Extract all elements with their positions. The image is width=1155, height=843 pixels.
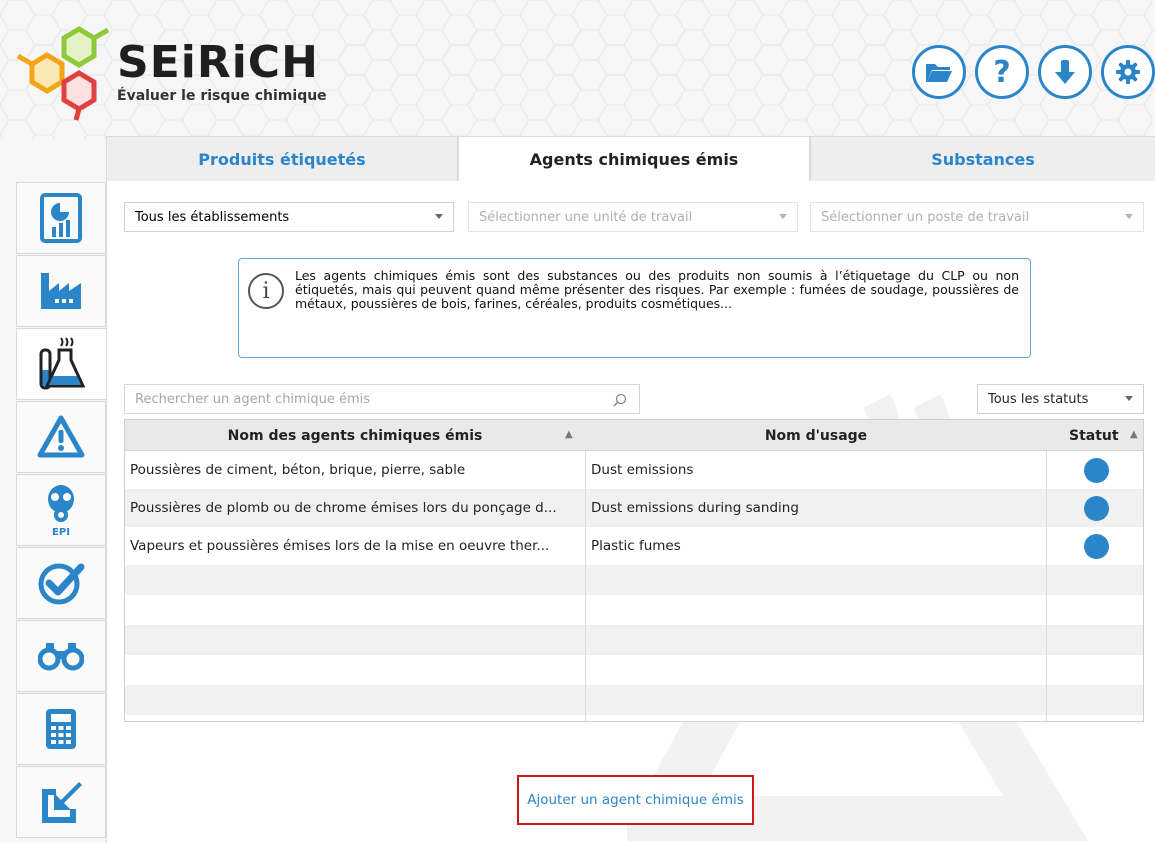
column-divider — [1046, 451, 1047, 721]
table-row[interactable]: Vapeurs et poussières émises lors de la … — [125, 527, 1143, 565]
info-text: Les agents chimiques émis sont des subst… — [295, 268, 1019, 311]
tab-substances[interactable]: Substances — [810, 136, 1155, 182]
workstation-placeholder: Sélectionner un poste de travail — [821, 209, 1030, 225]
tab-produits-etiquetes[interactable]: Produits étiquetés — [106, 136, 458, 182]
workstation-select[interactable]: Sélectionner un poste de travail — [810, 202, 1144, 232]
open-folder-button[interactable] — [912, 45, 966, 99]
empty-row — [125, 655, 1143, 685]
search-icon — [613, 393, 627, 407]
nav-report[interactable] — [16, 182, 106, 254]
app-window: SEiRiCH Évaluer le risque chimique ? Pro… — [0, 0, 1155, 843]
work-unit-placeholder: Sélectionner une unité de travail — [479, 209, 693, 225]
column-header-usage-label: Nom d'usage — [764, 427, 868, 444]
add-agent-button[interactable]: Ajouter un agent chimique émis — [517, 775, 754, 825]
establishment-select[interactable]: Tous les établissements — [124, 202, 454, 232]
gas-mask-epi-icon: EPI — [48, 485, 74, 537]
nav-epi[interactable]: EPI — [16, 474, 106, 546]
status-indicator — [1084, 496, 1109, 521]
agent-usage: Dust emissions during sanding — [591, 500, 799, 516]
sort-icon[interactable]: ▲ — [1130, 429, 1138, 440]
nav-chemicals[interactable] — [16, 328, 107, 400]
status-filter-value: Tous les statuts — [988, 391, 1089, 407]
search-box[interactable]: Rechercher un agent chimique émis — [124, 384, 640, 414]
establishment-select-value: Tous les établissements — [135, 209, 290, 225]
empty-row — [125, 595, 1143, 625]
nav-risks[interactable] — [16, 401, 106, 473]
report-chart-icon — [40, 193, 82, 243]
warning-icon — [37, 415, 85, 458]
main-tabs: Produits étiquetés Agents chimiques émis… — [106, 136, 1155, 182]
agents-table: Nom des agents chimiques émis ▲ Nom d'us… — [124, 419, 1144, 722]
info-box: i Les agents chimiques émis sont des sub… — [238, 258, 1031, 358]
chevron-down-icon — [435, 214, 443, 219]
column-header-status-label: Statut — [1069, 427, 1119, 444]
nav-calculator[interactable] — [16, 693, 106, 765]
brand-tagline: Évaluer le risque chimique — [117, 88, 327, 104]
status-indicator — [1084, 534, 1109, 559]
column-header-usage[interactable]: Nom d'usage — [586, 420, 1046, 451]
lab-flasks-icon — [39, 337, 85, 390]
seirich-molecule-logo — [16, 26, 110, 121]
table-row[interactable]: Poussières de plomb ou de chrome émises … — [125, 489, 1143, 527]
factory-icon — [41, 273, 81, 309]
column-header-name-label: Nom des agents chimiques émis — [227, 427, 483, 444]
export-arrow-icon — [42, 782, 82, 823]
info-icon: i — [248, 273, 284, 309]
nav-actions[interactable] — [16, 547, 106, 619]
brand-name: SEiRiCH — [117, 37, 319, 88]
download-button[interactable] — [1038, 45, 1092, 99]
column-header-name[interactable]: Nom des agents chimiques émis — [125, 420, 585, 451]
gear-icon — [1116, 60, 1140, 84]
side-navigation: EPI — [16, 182, 107, 838]
status-filter-select[interactable]: Tous les statuts — [977, 384, 1144, 414]
brand: SEiRiCH Évaluer le risque chimique — [117, 37, 327, 105]
chevron-down-icon — [1125, 396, 1133, 401]
agent-name: Vapeurs et poussières émises lors de la … — [130, 538, 550, 554]
nav-establishments[interactable] — [16, 255, 106, 327]
svg-text:EPI: EPI — [52, 527, 70, 537]
empty-row — [125, 685, 1143, 715]
table-header: Nom des agents chimiques émis ▲ Nom d'us… — [125, 420, 1143, 451]
empty-row — [125, 625, 1143, 655]
check-circle-icon — [38, 563, 85, 605]
tab-agents-chimiques-emis[interactable]: Agents chimiques émis — [458, 136, 810, 182]
chevron-down-icon — [1125, 214, 1133, 219]
binoculars-icon — [38, 643, 84, 671]
work-unit-select[interactable]: Sélectionner une unité de travail — [468, 202, 798, 232]
chevron-down-icon — [779, 214, 787, 219]
help-icon: ? — [993, 54, 1011, 90]
nav-monitoring[interactable] — [16, 620, 106, 692]
download-icon — [1055, 60, 1075, 84]
help-button[interactable]: ? — [975, 45, 1029, 99]
table-row[interactable]: Poussières de ciment, béton, brique, pie… — [125, 451, 1143, 489]
nav-export[interactable] — [16, 766, 106, 838]
status-indicator — [1084, 458, 1109, 483]
calculator-icon — [46, 709, 76, 749]
search-input: Rechercher un agent chimique émis — [135, 391, 370, 407]
empty-row — [125, 565, 1143, 595]
settings-button[interactable] — [1101, 45, 1155, 99]
agent-name: Poussières de plomb ou de chrome émises … — [130, 500, 557, 516]
main-panel: Tous les établissements Sélectionner une… — [106, 181, 1155, 843]
sort-icon[interactable]: ▲ — [565, 429, 573, 440]
agent-name: Poussières de ciment, béton, brique, pie… — [130, 462, 466, 478]
agent-usage: Dust emissions — [591, 462, 694, 478]
folder-icon — [926, 64, 952, 82]
agent-usage: Plastic fumes — [591, 538, 681, 554]
column-divider — [585, 451, 586, 721]
